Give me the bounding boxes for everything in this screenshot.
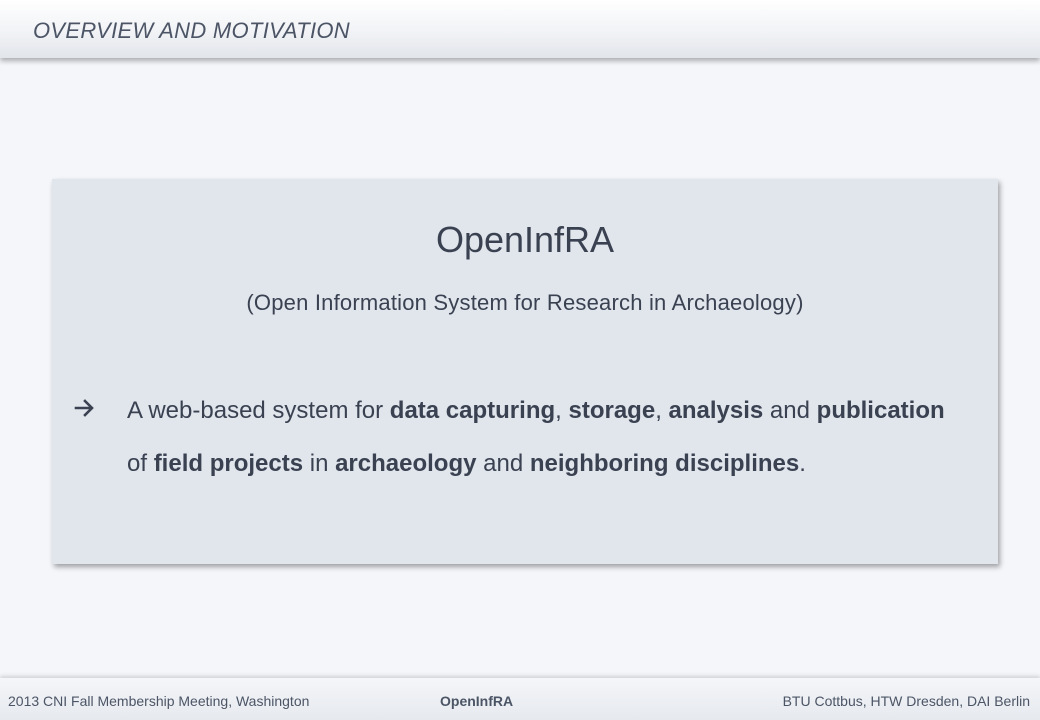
bullet-text-segment: of: [127, 450, 154, 477]
box-title: OpenInfRA: [435, 219, 615, 260]
arrow-right-icon: [74, 399, 94, 417]
footer-institutions: BTU Cottbus, HTW Dresden, DAI Berlin: [782, 693, 1030, 709]
bullet-bold-term: neighboring disciplines: [529, 450, 800, 477]
footer-event: 2013 CNI Fall Membership Meeting, Washin…: [8, 693, 310, 709]
bullet-text-segment: and: [763, 397, 817, 424]
bullet-bold-term: analysis: [668, 397, 764, 424]
bullet-bold-term: storage: [568, 397, 656, 424]
bullet-text-segment: and: [476, 450, 530, 477]
footer-bar: 2013 CNI Fall Membership Meeting, Washin…: [0, 678, 1040, 720]
bullet-bold-term: field projects: [153, 450, 304, 477]
bullet-text-segment: .: [799, 450, 806, 477]
bullet-bold-term: data capturing: [389, 397, 556, 424]
footer-project-name: OpenInfRA: [440, 693, 514, 709]
header-bar: OVERVIEW AND MOTIVATION: [0, 0, 1040, 58]
bullet-text: A web-based system for data capturing, s…: [127, 384, 962, 490]
bullet-text-segment: A web-based system for: [127, 397, 390, 424]
box-subtitle: (Open Information System for Research in…: [246, 290, 804, 315]
bullet-text-segment: ,: [555, 397, 569, 424]
bullet-bold-term: publication: [816, 397, 945, 424]
slide-section-title: OVERVIEW AND MOTIVATION: [33, 18, 350, 43]
content-box: OpenInfRA (Open Information System for R…: [52, 179, 998, 564]
bullet-text-segment: ,: [655, 397, 669, 424]
bullet-text-segment: in: [303, 450, 336, 477]
bullet-bold-term: archaeology: [335, 450, 477, 477]
